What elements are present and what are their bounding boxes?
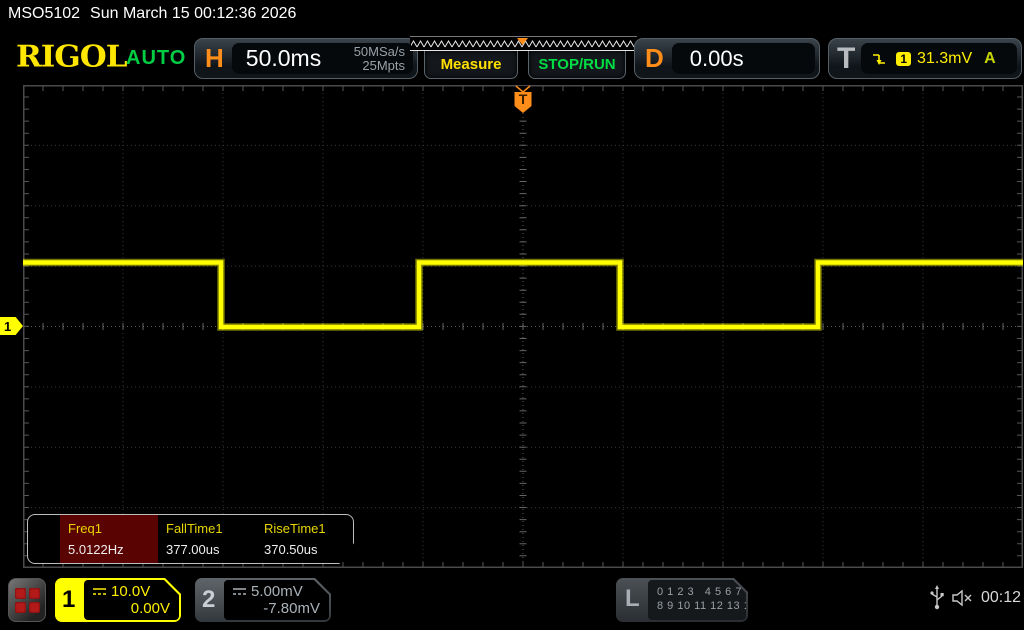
trigger-level-value: 31.3mV	[917, 50, 972, 68]
rigol-logo: RIGOL	[16, 40, 127, 74]
channel1-marker-label: 1	[4, 319, 11, 334]
stop-run-button[interactable]: STOP/RUN	[528, 51, 626, 79]
trigger-position-marker[interactable]: T	[515, 86, 532, 113]
measurement-value: 370.50us	[264, 542, 354, 557]
delay-label: D	[645, 43, 664, 74]
dc-coupling-icon	[232, 587, 247, 596]
measurement-label: FallTime1	[166, 521, 256, 536]
grid-icon-square	[29, 602, 40, 613]
measurement-panel[interactable]: Freq1 5.0122Hz FallTime1 377.00us RiseTi…	[27, 514, 354, 564]
channel1-position-marker[interactable]: 1	[0, 317, 23, 335]
timebase-value: 50.0ms	[246, 45, 354, 72]
memory-depth: 25Mpts	[362, 58, 405, 73]
clock-readout: 00:12	[981, 589, 1021, 607]
sample-rate: 50MSa/s	[354, 44, 405, 59]
digital-channels-row2: 8 9 10 11 12 13 14 15	[657, 599, 746, 613]
channel2-scale: 5.00mV	[251, 583, 303, 600]
usb-icon	[929, 585, 945, 611]
speaker-muted-icon[interactable]	[951, 589, 975, 607]
sample-rate-readout: 50MSa/s25Mpts	[354, 45, 405, 73]
trigger-source-badge: 1	[896, 52, 911, 66]
horizontal-label: H	[205, 43, 224, 74]
measurement-label: Freq1	[68, 521, 158, 536]
measurement-value: 377.00us	[166, 542, 256, 557]
dc-coupling-icon	[92, 587, 107, 596]
trigger-sweep-mode: A	[984, 50, 996, 68]
measurement-value: 5.0122Hz	[68, 542, 158, 557]
status-bar: MSO5102 Sun March 15 00:12:36 2026	[8, 5, 296, 23]
channel2-status-box[interactable]: 2 5.00mV -7.80mV	[195, 578, 331, 622]
measurement-falltime1[interactable]: FallTime1 377.00us	[158, 515, 256, 563]
model-name: MSO5102	[8, 5, 80, 22]
channel1-scale: 10.0V	[111, 583, 150, 600]
grid-icon-square	[29, 588, 40, 599]
logic-analyzer-status-box[interactable]: L 0 1 2 3 4 5 6 7 8 9 10 11 12 13 14 15	[616, 578, 748, 622]
grid-icon-square	[15, 602, 26, 613]
channel1-offset: 0.00V	[131, 600, 170, 617]
preview-zigzag-icon	[410, 37, 635, 50]
falling-edge-trigger-icon	[871, 51, 888, 67]
digital-channels-readout: 0 1 2 3 4 5 6 7 8 9 10 11 12 13 14 15	[648, 580, 746, 620]
channel2-badge: 2	[202, 586, 215, 614]
logic-analyzer-badge: L	[625, 585, 640, 613]
acquisition-mode-indicator: AUTO	[126, 47, 186, 70]
channel1-status-box[interactable]: 1 10.0V 0.00V	[55, 578, 181, 622]
graticule: T	[23, 85, 1023, 568]
display-grid-menu-icon[interactable]	[8, 578, 46, 622]
horizontal-timebase-box[interactable]: H 50.0ms 50MSa/s25Mpts	[194, 38, 418, 79]
waveform-preview-strip[interactable]	[410, 36, 637, 51]
channel1-badge: 1	[62, 586, 75, 614]
measurement-risetime1[interactable]: RiseTime1 370.50us	[256, 515, 354, 563]
channel2-offset: -7.80mV	[263, 600, 320, 617]
oscilloscope-screen: MSO5102Sun March 15 00:12:36 2026 RIGOL …	[0, 0, 1024, 630]
datetime: Sun March 15 00:12:36 2026	[90, 5, 296, 22]
trigger-label: T	[837, 42, 855, 76]
measurement-freq1[interactable]: Freq1 5.0122Hz	[60, 515, 158, 563]
delay-value: 0.00s	[690, 46, 744, 72]
measurement-label: RiseTime1	[264, 521, 354, 536]
trigger-box[interactable]: T 1 31.3mV A	[828, 38, 1022, 79]
trigger-marker-letter: T	[519, 91, 528, 107]
channel1-readout: 10.0V 0.00V	[84, 580, 179, 620]
channel2-readout: 5.00mV -7.80mV	[224, 580, 329, 620]
digital-channels-row1: 0 1 2 3 4 5 6 7	[657, 585, 746, 599]
delay-box[interactable]: D 0.00s	[634, 38, 820, 79]
measure-button[interactable]: Measure	[424, 51, 518, 79]
grid-icon-square	[15, 588, 26, 599]
